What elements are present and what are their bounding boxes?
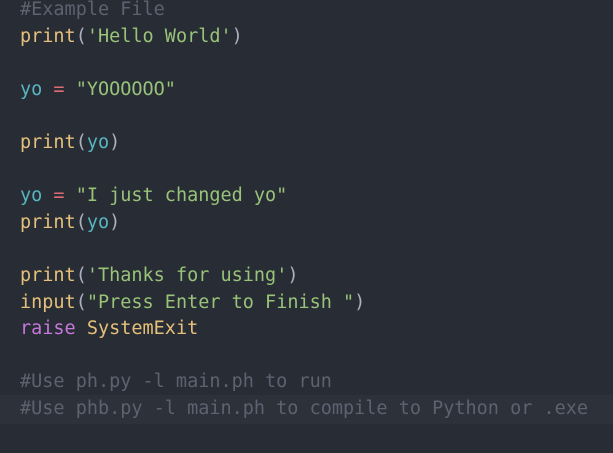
variable-token: yo bbox=[20, 185, 43, 207]
code-line[interactable]: yo = "I just changed yo" bbox=[0, 182, 613, 211]
keyword-token: raise bbox=[20, 318, 76, 340]
punctuation-token: ) bbox=[354, 291, 366, 313]
code-line[interactable]: #Use phb.py -l main.ph to compile to Pyt… bbox=[0, 394, 613, 424]
string-literal-token: "Press Enter to Finish " bbox=[86, 291, 355, 313]
code-line[interactable]: yo = "YOOOOOO" bbox=[0, 76, 613, 105]
operator-token: = bbox=[53, 78, 65, 100]
function-name-token: print bbox=[20, 264, 76, 286]
code-line[interactable]: ​ bbox=[0, 49, 613, 78]
punctuation-token bbox=[76, 318, 87, 339]
code-line[interactable]: input("Press Enter to Finish ") bbox=[0, 289, 613, 318]
punctuation-token: ( bbox=[75, 131, 87, 153]
comment-token: #Use phb.py -l main.ph to compile to Pyt… bbox=[20, 397, 589, 419]
code-line[interactable]: #Example File bbox=[0, 0, 613, 25]
string-literal-token: "YOOOOOO" bbox=[75, 78, 176, 100]
variable-token: yo bbox=[20, 78, 43, 100]
code-line[interactable]: print(yo) bbox=[0, 209, 613, 238]
punctuation-token: ( bbox=[75, 211, 87, 233]
comment-token: #Example File bbox=[20, 0, 165, 20]
punctuation-token bbox=[65, 79, 76, 100]
punctuation-token: ( bbox=[75, 264, 87, 286]
punctuation-token: ) bbox=[109, 211, 121, 233]
punctuation-token: ) bbox=[109, 131, 121, 153]
punctuation-token bbox=[42, 79, 53, 100]
function-name-token: print bbox=[20, 131, 76, 153]
code-line[interactable]: ​ bbox=[0, 156, 613, 185]
comment-token: #Use ph.py -l main.ph to run bbox=[20, 371, 332, 393]
code-line[interactable]: print('Hello World') bbox=[0, 23, 613, 52]
punctuation-token bbox=[65, 185, 76, 206]
code-line[interactable]: print(yo) bbox=[0, 129, 613, 158]
code-line[interactable]: ​ bbox=[0, 102, 613, 131]
string-literal-token: "I just changed yo" bbox=[75, 185, 288, 207]
class-name-token: SystemExit bbox=[86, 318, 199, 340]
code-line[interactable]: print('Thanks for using') bbox=[0, 262, 613, 291]
function-name-token: print bbox=[20, 211, 76, 233]
punctuation-token: ( bbox=[75, 25, 87, 47]
punctuation-token: ( bbox=[75, 291, 87, 313]
variable-token: yo bbox=[86, 131, 110, 153]
code-line[interactable]: #Use ph.py -l main.ph to run bbox=[0, 368, 613, 397]
function-name-token: print bbox=[20, 25, 76, 47]
variable-token: yo bbox=[86, 211, 110, 233]
punctuation-token: ) bbox=[287, 264, 299, 286]
string-literal-token: 'Thanks for using' bbox=[86, 264, 288, 286]
punctuation-token bbox=[42, 185, 53, 206]
code-line[interactable]: ​ bbox=[0, 235, 613, 264]
punctuation-token: ) bbox=[231, 25, 243, 47]
string-literal-token: 'Hello World' bbox=[86, 25, 232, 47]
code-line[interactable]: raise SystemExit bbox=[0, 315, 613, 344]
code-line[interactable]: ​ bbox=[0, 342, 613, 371]
function-name-token: input bbox=[20, 291, 76, 313]
code-editor[interactable]: #Example Fileprint('Hello World')​yo = "… bbox=[0, 0, 613, 449]
operator-token: = bbox=[53, 185, 65, 207]
